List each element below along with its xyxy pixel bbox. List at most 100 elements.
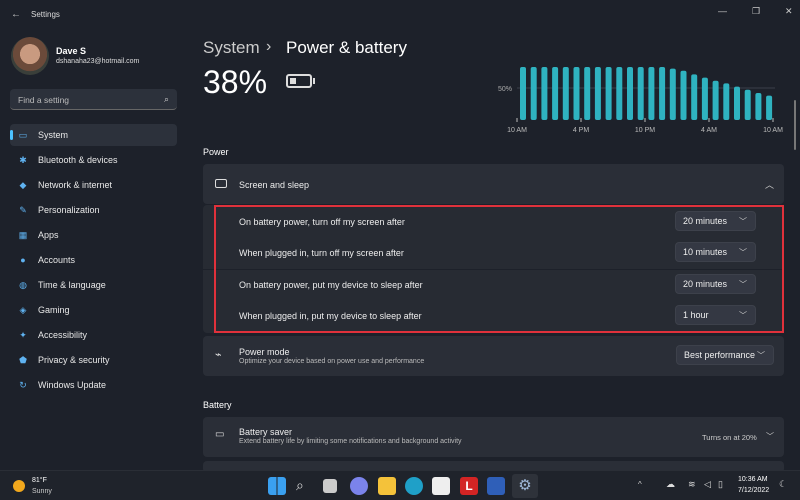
back-icon[interactable]: ← [11,9,21,20]
highlight-box [214,205,784,333]
sidebar-item-personalization[interactable]: ✎ Personalization [10,199,177,221]
breadcrumb-system[interactable]: System [203,38,260,58]
task-view-icon[interactable] [323,479,337,493]
power-mode-dropdown[interactable]: Best performance ﹀ [676,345,774,365]
edge-icon[interactable] [405,477,423,495]
sidebar-item-label: Network & internet [38,180,113,190]
window-title: Settings [31,10,60,19]
powershell-icon[interactable] [487,477,505,495]
sidebar-item-label: Accounts [38,255,76,265]
sidebar-item-label: Personalization [38,205,100,215]
notifications-icon[interactable]: ☾ [779,479,787,490]
app-l-icon[interactable]: L [460,477,478,495]
maximize-button[interactable]: ❐ [752,6,760,17]
sidebar-item-label: Apps [38,230,59,240]
apps-icon: ▦ [18,229,28,240]
search-icon[interactable]: ⌕ [164,94,169,105]
sidebar-item-system[interactable]: ▭ System [10,124,177,146]
show-hidden-icons[interactable]: ^ [638,480,642,489]
battery-bar [637,67,644,120]
wifi-icon[interactable]: ≋ [688,479,696,490]
battery-bar [530,67,537,120]
taskbar: 81°F Sunny ⌕ L ⚙ ^ ☁ ≋ ◁ ▯ 10:36 AM 7/12… [0,470,800,500]
sidebar-item-label: System [38,130,69,140]
selection-indicator [10,130,13,140]
battery-bar [734,86,740,120]
scrollbar[interactable] [794,100,796,150]
cloud-icon[interactable]: ☁ [666,479,675,490]
gamepad-icon: ◈ [19,304,27,315]
sidebar-item-label: Time & language [38,280,106,290]
person-icon: ● [20,255,26,265]
close-button[interactable]: ✕ [785,6,793,17]
screen-sleep-icon [215,179,227,188]
battery-bar [691,74,698,120]
battery-bar [744,89,751,120]
sidebar-item-label: Bluetooth & devices [38,155,118,165]
chevron-down-icon: ﹀ [757,350,765,360]
power-section-heading: Power [203,147,229,157]
breadcrumb-separator: › [266,38,272,55]
chevron-up-icon[interactable]: ︿ [765,178,774,191]
battery-bar [755,92,762,120]
user-email: dshanaha23@hotmail.com [56,58,140,65]
x-tick-label: 10 AM [507,127,527,134]
search-input[interactable]: Find a setting ⌕ [10,89,177,110]
battery-bar [680,70,687,120]
battery-tray-icon[interactable]: ▯ [718,479,723,490]
sidebar-item-windows-update[interactable]: ↻ Windows Update [10,374,177,396]
weather-desc[interactable]: Sunny [32,488,52,495]
minimize-button[interactable]: — [718,6,727,16]
battery-saver-desc: Extend battery life by limiting some not… [239,438,462,445]
file-explorer-icon[interactable] [378,477,396,495]
battery-bar [766,95,773,120]
battery-bar [669,68,676,120]
accessibility-icon: ✦ [19,329,27,340]
chevron-down-icon[interactable]: ﹀ [766,431,774,442]
start-icon[interactable] [268,477,286,495]
sidebar-item-accounts[interactable]: ● Accounts [10,249,177,271]
brush-icon: ✎ [19,204,27,215]
power-mode-icon: ⌁ [215,349,222,361]
clock-time[interactable]: 10:36 AM [738,476,768,483]
battery-bar [562,67,569,120]
battery-bar [520,67,526,120]
battery-icon [286,74,315,88]
sidebar-item-network-internet[interactable]: ◆ Network & internet [10,174,177,196]
x-tick-label: 10 PM [635,127,655,134]
sidebar-item-gaming[interactable]: ◈ Gaming [10,299,177,321]
sidebar-item-privacy-security[interactable]: ⬟ Privacy & security [10,349,177,371]
search-taskbar-icon[interactable]: ⌕ [296,477,314,495]
battery-bar [616,67,623,120]
battery-saver-row[interactable] [203,417,784,457]
weather-temp[interactable]: 81°F [32,477,47,484]
battery-bar [605,67,612,120]
battery-bar [659,67,666,120]
weather-sun-icon[interactable] [13,480,25,492]
chat-icon[interactable] [350,477,368,495]
battery-bar [541,67,548,120]
shield-icon: ⬟ [19,354,27,365]
globe-icon: ◍ [19,279,27,290]
store-icon[interactable] [432,477,450,495]
x-tick-label: 4 AM [701,127,717,134]
settings-app-icon[interactable]: ⚙ [512,474,538,498]
sidebar-item-time-language[interactable]: ◍ Time & language [10,274,177,296]
sidebar-item-apps[interactable]: ▦ Apps [10,224,177,246]
battery-bar [648,67,655,120]
battery-bar [701,77,708,120]
title-bar: ← Settings — ❐ ✕ [0,0,800,30]
sidebar-item-bluetooth-devices[interactable]: ✱ Bluetooth & devices [10,149,177,171]
sidebar-item-label: Accessibility [38,330,88,340]
power-mode-title: Power mode [239,347,290,357]
monitor-icon: ▭ [18,129,28,140]
screen-sleep-title: Screen and sleep [239,180,310,190]
battery-percent: 38% [203,64,268,100]
bluetooth-icon: ✱ [19,154,27,165]
battery-bar [627,67,633,120]
clock-date[interactable]: 7/12/2022 [738,487,769,494]
avatar[interactable] [11,37,49,75]
sidebar-item-accessibility[interactable]: ✦ Accessibility [10,324,177,346]
battery-bar [573,67,580,120]
volume-icon[interactable]: ◁ [704,479,711,490]
